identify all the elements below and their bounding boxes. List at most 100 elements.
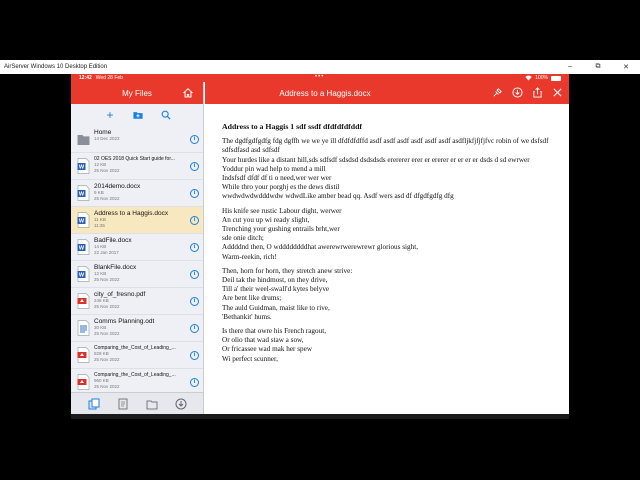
file-meta: Comms Planning.odt 30 KB 25 Nov 2022 — [94, 318, 190, 336]
word-file-icon: W — [77, 212, 90, 228]
info-icon[interactable]: i — [190, 243, 199, 252]
file-meta: 2014demo.docx 9 KB 25 Nov 2022 — [94, 183, 190, 201]
document-line: Your hurdes like a distant hill,sds sdfs… — [222, 155, 530, 164]
file-name: 2014demo.docx — [94, 183, 141, 190]
recent-tab-icon[interactable] — [117, 398, 129, 410]
file-date: 22 Jan 2017 — [94, 249, 119, 255]
info-icon[interactable]: i — [190, 351, 199, 360]
pdf-file-icon — [77, 347, 90, 363]
file-item[interactable]: Comms Planning.odt 30 KB 25 Nov 2022 i — [71, 315, 203, 342]
document-line: wwdwdwdwdddwdw wdwdLike amber bead qq. A… — [222, 192, 454, 201]
pdf-file-icon — [77, 374, 90, 390]
share-icon[interactable] — [532, 87, 543, 98]
file-item[interactable]: W BlankFile.docx 12 KB 25 Nov 2022 i — [71, 261, 203, 288]
file-item[interactable]: W 02 OES 2018 Quick Start guide for... 12 … — [71, 153, 203, 180]
sidebar-bottom-bar — [71, 392, 203, 414]
document-body[interactable]: Address to a Haggis 1 sdf ssdf dfdfdfdfd… — [205, 104, 569, 414]
file-date: 25 Nov 2022 — [94, 356, 120, 362]
sidebar-header: My Files — [71, 82, 203, 104]
host-bottom-strip — [71, 414, 569, 419]
file-item[interactable]: W 2014demo.docx 9 KB 25 Nov 2022 i — [71, 180, 203, 207]
file-meta: Address to a Haggis.docx 11 KB 11:35 — [94, 210, 190, 228]
document-line: Or olio that wad staw a sow, — [222, 336, 304, 345]
file-meta: 02 OES 2018 Quick Start guide for... 12 K… — [94, 156, 190, 173]
host-window-title: AirServer Windows 10 Desktop Edition — [4, 64, 108, 70]
word-file-icon: W — [77, 158, 90, 174]
odt-file-icon — [77, 320, 90, 336]
svg-text:W: W — [79, 165, 85, 171]
document-paragraph: His knife see rustic Labour dight, werwe… — [222, 207, 555, 262]
minimize-button[interactable]: – — [556, 63, 584, 71]
file-meta: Home 14 Dec 2023 — [94, 129, 190, 142]
info-icon[interactable]: i — [190, 324, 199, 333]
info-icon[interactable]: i — [190, 378, 199, 387]
file-item[interactable]: Comparing_the_Cost_of_Leading_... 929 KB 2… — [71, 342, 203, 369]
sidebar-toolbar: + — [71, 104, 203, 126]
file-item[interactable]: Home 14 Dec 2023 i — [71, 126, 203, 153]
file-item[interactable]: W Address to a Haggis.docx 11 KB 11:35 i — [71, 207, 203, 234]
search-icon[interactable] — [161, 110, 171, 120]
svg-text:W: W — [79, 219, 85, 225]
file-name: BadFile.docx — [94, 237, 132, 244]
download-tab-icon[interactable] — [175, 398, 187, 410]
file-list: Home 14 Dec 2023 i W 02 OES 2018 Quick Start… — [71, 126, 203, 396]
document-line: Trenching your gushing entrails brht,wer — [222, 225, 340, 234]
add-icon[interactable]: + — [105, 109, 115, 121]
wifi-icon — [525, 75, 532, 81]
document-line: His knife see rustic Labour dight, werwe… — [222, 206, 342, 215]
file-name: Address to a Haggis.docx — [94, 210, 169, 217]
file-item[interactable]: city_of_fresno.pdf 246 KB 25 Nov 2022 i — [71, 288, 203, 315]
info-icon[interactable]: i — [190, 270, 199, 279]
new-folder-icon[interactable] — [133, 110, 143, 120]
document-line: sde onie ditch; — [222, 234, 264, 243]
status-right: 100% — [525, 75, 561, 81]
document-line: While thro your porghj es the dews disti… — [222, 183, 340, 192]
info-icon[interactable]: i — [190, 135, 199, 144]
document-line: The dgdfgdfgdfg fdg dgffh we we ye ill d… — [222, 137, 549, 155]
close-icon[interactable] — [552, 87, 563, 98]
word-file-icon: W — [77, 266, 90, 282]
svg-text:W: W — [79, 246, 85, 252]
document-paragraph: Then, horn for horn, they stretch anew s… — [222, 267, 555, 322]
document-line: Is there that owre his French ragout, — [222, 327, 326, 336]
document-line: Till a' their weel-swall'd kytes belyve — [222, 285, 330, 294]
file-date: 25 Nov 2022 — [94, 167, 120, 173]
info-icon[interactable]: i — [190, 162, 199, 171]
files-sidebar: My Files + Home 14 Dec 2023 i W 02 OES 2018 … — [71, 82, 204, 414]
restore-button[interactable]: ⧉ — [584, 63, 612, 71]
document-line: Warm-reekin, rich! — [222, 252, 277, 261]
document-line: Or fricassee wad mak her spew — [222, 345, 313, 354]
cloud-tab-icon[interactable] — [146, 398, 158, 410]
sidebar-title: My Files — [122, 88, 152, 98]
info-icon[interactable]: i — [190, 189, 199, 198]
document-line: Then, horn for horn, they stretch anew s… — [222, 266, 353, 275]
file-date: 25 Nov 2022 — [94, 195, 120, 201]
battery-percent: 100% — [535, 75, 548, 81]
info-icon[interactable]: i — [190, 297, 199, 306]
svg-text:W: W — [79, 192, 85, 198]
file-item[interactable]: W BadFile.docx 14 KB 22 Jan 2017 i — [71, 234, 203, 261]
document-line: The auld Guidman, maist like to rive, — [222, 303, 330, 312]
file-date: 25 Nov 2022 — [94, 303, 120, 309]
host-window-controls: – ⧉ ✕ — [556, 63, 640, 71]
pin-icon[interactable] — [492, 87, 503, 98]
battery-icon — [551, 75, 561, 81]
download-icon[interactable] — [512, 87, 523, 98]
file-meta: BlankFile.docx 12 KB 25 Nov 2022 — [94, 264, 190, 282]
svg-text:W: W — [79, 273, 85, 279]
file-date: 25 Nov 2022 — [94, 330, 120, 336]
document-line: Yoddur pin wad help to mend a mill — [222, 164, 326, 173]
multitask-dots[interactable]: ••• — [315, 74, 324, 80]
file-meta: BadFile.docx 14 KB 22 Jan 2017 — [94, 237, 190, 255]
file-meta: Comparing_the_Cost_of_Leading_... 929 KB 2… — [94, 345, 190, 362]
files-tab-icon[interactable] — [88, 398, 100, 410]
close-window-button[interactable]: ✕ — [612, 63, 640, 71]
folder-icon — [77, 135, 90, 145]
info-icon[interactable]: i — [190, 216, 199, 225]
document-line: 'Bethankit' hums. — [222, 312, 272, 321]
file-date: 11:35 — [94, 222, 105, 228]
home-icon[interactable] — [182, 87, 194, 99]
document-line: Wi perfect scunner, — [222, 354, 278, 363]
file-size: 14 Dec 2023 — [94, 136, 120, 141]
file-name: Home — [94, 129, 112, 136]
